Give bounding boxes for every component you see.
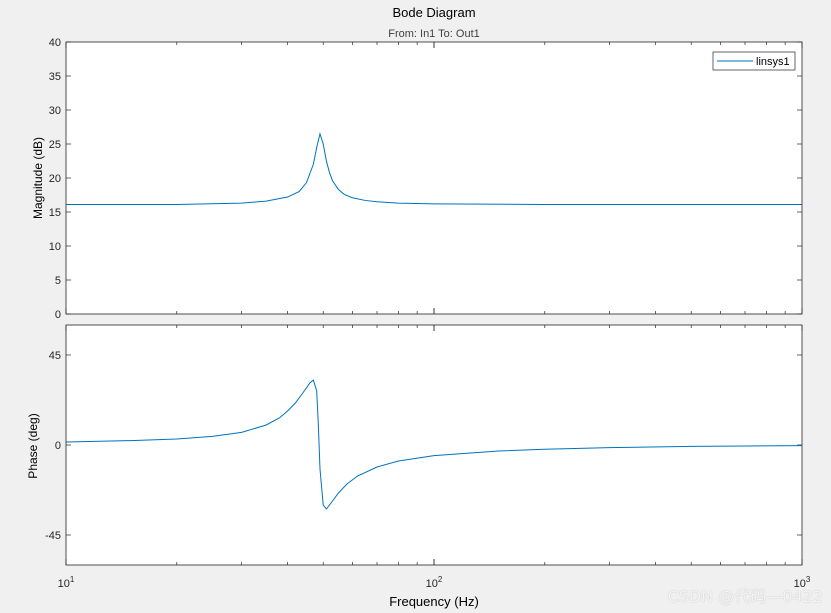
phase-axes[interactable]: -45045 Phase (deg) 101 102 103 [26,324,811,590]
chart-subtitle: From: In1 To: Out1 [388,28,480,40]
magnitude-ytick-label: 15 [49,207,61,219]
phase-ytick-label: 45 [49,350,61,362]
phase-ylabel: Phase (deg) [26,413,40,478]
magnitude-ytick-label: 30 [49,105,61,117]
phase-plot-area [66,325,802,565]
magnitude-ytick-label: 35 [49,71,61,83]
magnitude-ylabel: Magnitude (dB) [31,137,45,219]
magnitude-ytick-label: 10 [49,241,61,253]
x-axis-label: Frequency (Hz) [389,594,479,609]
magnitude-ytick-label: 20 [49,173,61,185]
legend-label: linsys1 [756,56,790,68]
magnitude-ytick-label: 40 [49,37,61,49]
magnitude-ytick-label: 25 [49,139,61,151]
legend[interactable]: linsys1 [712,51,796,71]
magnitude-axes[interactable]: 0 5 10 15 20 25 30 35 40 Magnitude (dB) linsys1 [31,37,803,321]
magnitude-ytick-label: 5 [55,275,61,287]
bode-figure: Bode Diagram From: In1 To: Out1 0 5 10 15 20… [26,5,811,609]
x-tick-label: 102 [426,575,443,590]
phase-ytick-label: -45 [45,530,61,542]
magnitude-ytick-label: 0 [55,309,61,321]
x-tick-label: 101 [58,575,75,590]
watermark: CSDN @代码—0422 [667,587,823,606]
chart-title: Bode Diagram [392,5,475,20]
magnitude-plot-area [66,42,802,314]
phase-ytick-label: 0 [55,440,61,452]
